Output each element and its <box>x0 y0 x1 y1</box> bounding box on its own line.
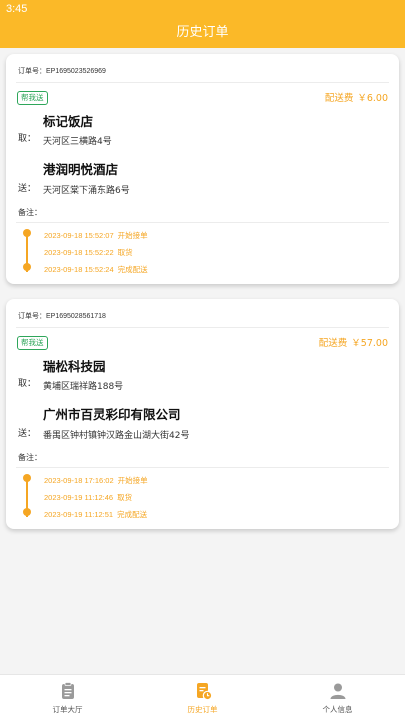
clipboard-icon <box>61 682 74 699</box>
note-label: 备注： <box>18 453 42 462</box>
event-time: 2023-09-18 17:16:02 <box>44 476 114 485</box>
timeline-dot <box>23 263 31 271</box>
timeline-event: 2023-09-18 15:52:24 完成配送 <box>44 264 148 275</box>
dropoff-label: 送： <box>18 184 37 194</box>
status-bar: 3:45 <box>0 0 405 18</box>
tab-label: 个人信息 <box>322 705 353 714</box>
timeline-dot <box>23 508 31 516</box>
status-time: 3:45 <box>6 3 28 15</box>
event-text: 开始接单 <box>117 231 148 240</box>
event-time: 2023-09-18 15:52:22 <box>44 248 114 257</box>
delivery-fee: 配送费 ￥57.00 <box>319 335 388 349</box>
dropoff-label: 送： <box>18 429 37 439</box>
event-text: 开始接单 <box>117 476 148 485</box>
order-type-badge: 帮我送 <box>17 91 48 105</box>
pickup-name: 标记饭店 <box>43 114 94 129</box>
event-text: 取货 <box>117 248 133 257</box>
divider <box>16 327 389 328</box>
tab-order-hall[interactable]: 订单大厅 <box>0 675 135 720</box>
tab-label: 历史订单 <box>187 705 218 714</box>
event-time: 2023-09-19 11:12:46 <box>44 493 114 502</box>
bottom-tab-bar: 订单大厅 历史订单 个人信息 <box>0 674 405 720</box>
delivery-fee: 配送费 ￥6.00 <box>325 90 388 104</box>
event-time: 2023-09-18 15:52:07 <box>44 231 114 240</box>
delivery-fee-label: 配送费 <box>318 338 348 349</box>
order-card[interactable]: 订单号：EP1695028561718 帮我送 配送费 ￥57.00 取： 瑞松科… <box>6 299 399 529</box>
order-card[interactable]: 订单号：EP1695023526969 帮我送 配送费 ￥6.00 取： 标记饭店… <box>6 54 399 284</box>
order-type-badge: 帮我送 <box>17 336 48 350</box>
user-icon <box>330 683 345 699</box>
page-title: 历史订单 <box>0 18 405 48</box>
pickup-name: 瑞松科技园 <box>43 359 106 374</box>
history-order-icon <box>196 683 212 701</box>
tab-profile[interactable]: 个人信息 <box>270 675 405 720</box>
pickup-address: 黄埔区瑞祥路188号 <box>43 382 124 392</box>
note-label: 备注： <box>18 208 42 217</box>
order-list[interactable]: 订单号：EP1695023526969 帮我送 配送费 ￥6.00 取： 标记饭店… <box>0 48 405 674</box>
delivery-fee-value: ￥57.00 <box>351 338 388 349</box>
delivery-fee-label: 配送费 <box>324 93 354 104</box>
event-text: 完成配送 <box>117 265 148 274</box>
timeline-event: 2023-09-18 17:16:02 开始接单 <box>44 475 148 486</box>
tab-history-orders[interactable]: 历史订单 <box>135 675 270 720</box>
divider <box>16 82 389 83</box>
pickup-label: 取： <box>18 134 37 144</box>
timeline-event: 2023-09-18 15:52:22 取货 <box>44 247 133 258</box>
order-number: 订单号：EP1695023526969 <box>18 68 106 75</box>
event-time: 2023-09-18 15:52:24 <box>44 265 114 274</box>
timeline-dot <box>23 474 31 482</box>
tab-label: 订单大厅 <box>52 705 83 714</box>
event-text: 取货 <box>117 493 133 502</box>
divider <box>16 467 389 468</box>
delivery-fee-value: ￥6.00 <box>357 93 388 104</box>
timeline-dot <box>23 229 31 237</box>
dropoff-name: 港润明悦酒店 <box>43 162 119 177</box>
pickup-label: 取： <box>18 379 37 389</box>
timeline-event: 2023-09-19 11:12:46 取货 <box>44 492 132 503</box>
event-time: 2023-09-19 11:12:51 <box>44 510 114 519</box>
dropoff-name: 广州市百灵彩印有限公司 <box>43 407 181 422</box>
timeline-event: 2023-09-18 15:52:07 开始接单 <box>44 230 148 241</box>
order-number: 订单号：EP1695028561718 <box>18 313 106 320</box>
dropoff-address: 天河区棠下涌东路6号 <box>43 186 130 196</box>
event-text: 完成配送 <box>117 510 148 519</box>
dropoff-address: 番禺区钟村镇钟汉路金山湖大街42号 <box>43 431 190 441</box>
divider <box>16 222 389 223</box>
pickup-address: 天河区三横路4号 <box>43 137 112 147</box>
timeline-event: 2023-09-19 11:12:51 完成配送 <box>44 509 147 520</box>
